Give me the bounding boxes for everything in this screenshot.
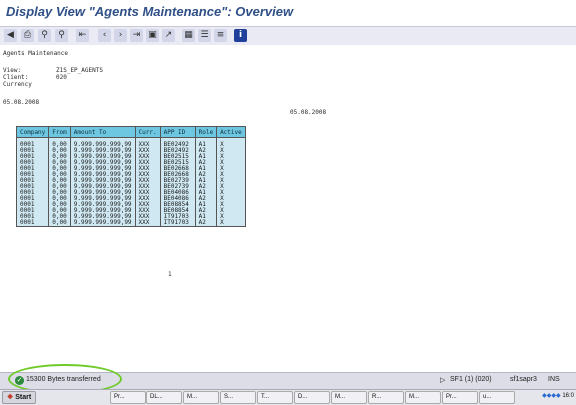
new-session-icon[interactable]: ▣ [146, 29, 159, 42]
windows-logo-icon: ❖ [7, 394, 14, 401]
cell-amount-to: 9.999.999.999,99 [69, 220, 136, 227]
col-role[interactable]: Role [194, 126, 218, 138]
back-icon[interactable]: ◀ [4, 29, 17, 42]
view-label: View: [3, 67, 22, 74]
table-header-row: Company From Amount To Curr. APP ID Role… [15, 126, 246, 138]
taskbar-task[interactable]: T... [257, 391, 293, 404]
layout-icon[interactable]: ▦ [182, 29, 195, 42]
details-icon[interactable]: ≡ [214, 29, 227, 42]
report-date-right: 05.08.2008 [290, 109, 327, 116]
application-toolbar: ◀ ⎙ ⚲ ⚲ ⇤ ‹ › ⇥ ▣ ↗ ▦ ☰ ≡ i [0, 26, 576, 46]
taskbar-task[interactable]: u... [479, 391, 515, 404]
cell-app-id: IT91703 [159, 220, 196, 227]
col-currency[interactable]: Curr. [134, 126, 161, 138]
taskbar-task[interactable]: D... [294, 391, 330, 404]
last-page-icon[interactable]: ⇥ [130, 29, 143, 42]
find-icon[interactable]: ⚲ [38, 29, 51, 42]
taskbar-task[interactable]: M... [331, 391, 367, 404]
cell-currency: XXX [134, 220, 161, 227]
first-page-icon[interactable]: ⇤ [76, 29, 89, 42]
print-icon[interactable]: ⎙ [21, 29, 34, 42]
cell-active: X [216, 220, 246, 227]
agents-table: Company From Amount To Curr. APP ID Role… [15, 126, 246, 227]
title-bar: Display View "Agents Maintenance": Overv… [0, 0, 576, 26]
client-label: Client: [3, 74, 29, 81]
table-icon[interactable]: ☰ [198, 29, 211, 42]
col-from[interactable]: From [48, 126, 71, 138]
cell-from: 0,00 [48, 220, 71, 227]
system-tray: ◆◆◆◆ 16:0 [542, 391, 574, 402]
help-icon[interactable]: i [234, 29, 247, 42]
taskbar-task[interactable]: S... [220, 391, 256, 404]
taskbar-task[interactable]: M... [405, 391, 441, 404]
find-next-icon[interactable]: ⚲ [55, 29, 68, 42]
col-company[interactable]: Company [15, 126, 50, 138]
shortcut-icon[interactable]: ↗ [162, 29, 175, 42]
taskbar-task[interactable]: Pr... [442, 391, 478, 404]
start-button[interactable]: ❖ Start [2, 391, 37, 404]
cell-role: A2 [194, 220, 218, 227]
taskbar-task[interactable]: M... [183, 391, 219, 404]
server-name: sf1sapr3 [510, 376, 537, 383]
report-date-left: 05.08.2008 [3, 99, 40, 106]
col-app-id[interactable]: APP ID [159, 126, 196, 138]
agents-table-body: 0001 0,00 9.999.999.999,99 XXX BE02492 A1 X 000… [15, 137, 246, 227]
taskbar-task[interactable]: Pr... [110, 391, 146, 404]
prev-page-icon[interactable]: ‹ [98, 29, 111, 42]
clock: 16:0 [562, 393, 574, 399]
start-label: Start [15, 394, 32, 401]
taskbar-task[interactable]: DL... [146, 391, 182, 404]
client-value: 020 [56, 74, 67, 81]
table-row[interactable]: 0001 0,00 9.999.999.999,99 XXX IT91703 A2 X [15, 220, 246, 227]
next-page-icon[interactable]: › [114, 29, 127, 42]
status-expand-icon[interactable]: ▷ [440, 376, 445, 384]
window-title: Display View "Agents Maintenance": Overv… [6, 4, 294, 19]
input-mode[interactable]: INS [548, 376, 560, 383]
tray-icons[interactable]: ◆◆◆◆ [542, 393, 560, 399]
taskbar-task[interactable]: R... [368, 391, 404, 404]
report-heading: Agents Maintenance [3, 50, 69, 57]
col-active[interactable]: Active [216, 126, 246, 138]
session-info[interactable]: SF1 (1) (020) [450, 376, 492, 383]
col-amount-to[interactable]: Amount To [69, 126, 136, 138]
page-number: 1 [168, 271, 172, 278]
cell-company: 0001 [15, 220, 50, 227]
currency-label: Currency [3, 81, 32, 88]
view-value: Z1S_EP_AGENTS [56, 67, 103, 74]
